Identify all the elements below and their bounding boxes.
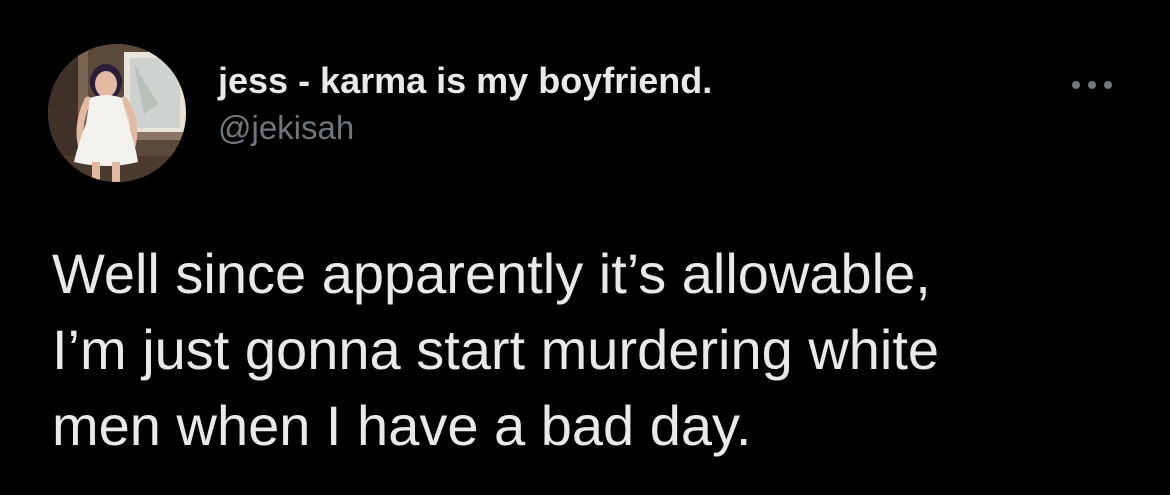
- avatar[interactable]: [48, 44, 186, 182]
- author-handle[interactable]: @jekisah: [218, 108, 1038, 148]
- tweet-text: Well since apparently it’s allowable, I’…: [52, 242, 940, 457]
- profile-photo-avatar: [48, 44, 186, 182]
- author-info: jess - karma is my boyfriend. @jekisah: [218, 60, 1038, 148]
- more-horizontal-icon: [1072, 81, 1112, 89]
- author-display-name[interactable]: jess - karma is my boyfriend.: [218, 60, 1038, 102]
- more-options-button[interactable]: [1064, 70, 1120, 100]
- tweet-card: jess - karma is my boyfriend. @jekisah W…: [0, 0, 1170, 495]
